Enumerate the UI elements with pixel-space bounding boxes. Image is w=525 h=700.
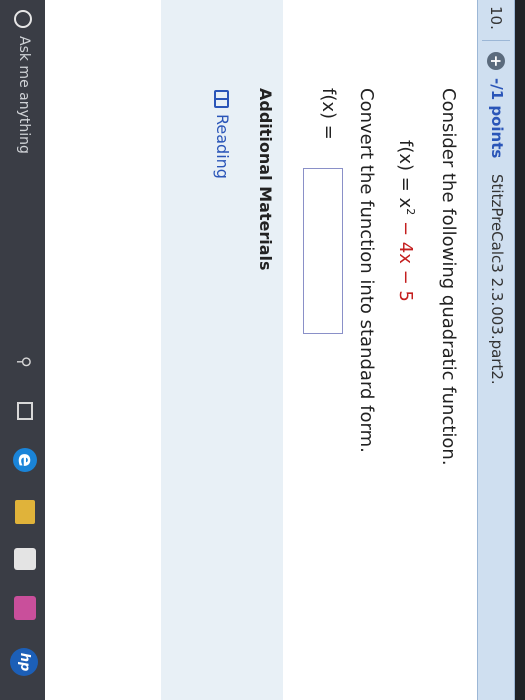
conversion-instruction: Convert the function into standard form. [356,88,377,453]
webassign-page: 10. + -/1 points StitzPreCalc3 2.3.003.p… [45,0,515,700]
points-link[interactable]: -/1 points [488,78,506,158]
edge-icon[interactable]: e [13,448,38,472]
question-prompt: Consider the following quadratic functio… [438,88,459,466]
problem-id: StitzPreCalc3 2.3.003.part2. [488,174,506,385]
additional-materials-panel: Additional Materials Reading [161,0,283,700]
function-lhs: f(x) = x [395,140,416,209]
photos-icon[interactable] [14,596,36,620]
store-icon[interactable] [14,548,36,570]
rotated-screen: 10. + -/1 points StitzPreCalc3 2.3.003.p… [0,0,525,700]
question-number: 10. [487,6,505,30]
header-divider [482,40,510,41]
screen-bezel [515,0,525,700]
reading-link[interactable]: Reading [213,114,232,179]
hp-icon[interactable]: hp [10,648,38,676]
task-view-icon[interactable] [17,402,33,420]
windows-taskbar: Ask me anything ⚲ e hp [0,0,45,700]
additional-materials-title: Additional Materials [256,88,275,271]
answer-label: f(x) = [318,88,339,140]
question-header: 10. + -/1 points StitzPreCalc3 2.3.003.p… [477,0,515,700]
quadratic-function: f(x) = x2 − 4x − 5 [395,140,417,302]
taskbar-search-box[interactable]: Ask me anything [16,36,32,154]
mic-icon[interactable]: ⚲ [15,356,34,368]
answer-input[interactable] [303,168,343,334]
file-explorer-icon[interactable] [15,500,35,524]
book-icon[interactable] [214,90,229,108]
cortana-icon[interactable] [14,10,32,28]
function-terms: − 4x − 5 [395,215,416,302]
expand-plus-icon[interactable]: + [487,52,505,70]
